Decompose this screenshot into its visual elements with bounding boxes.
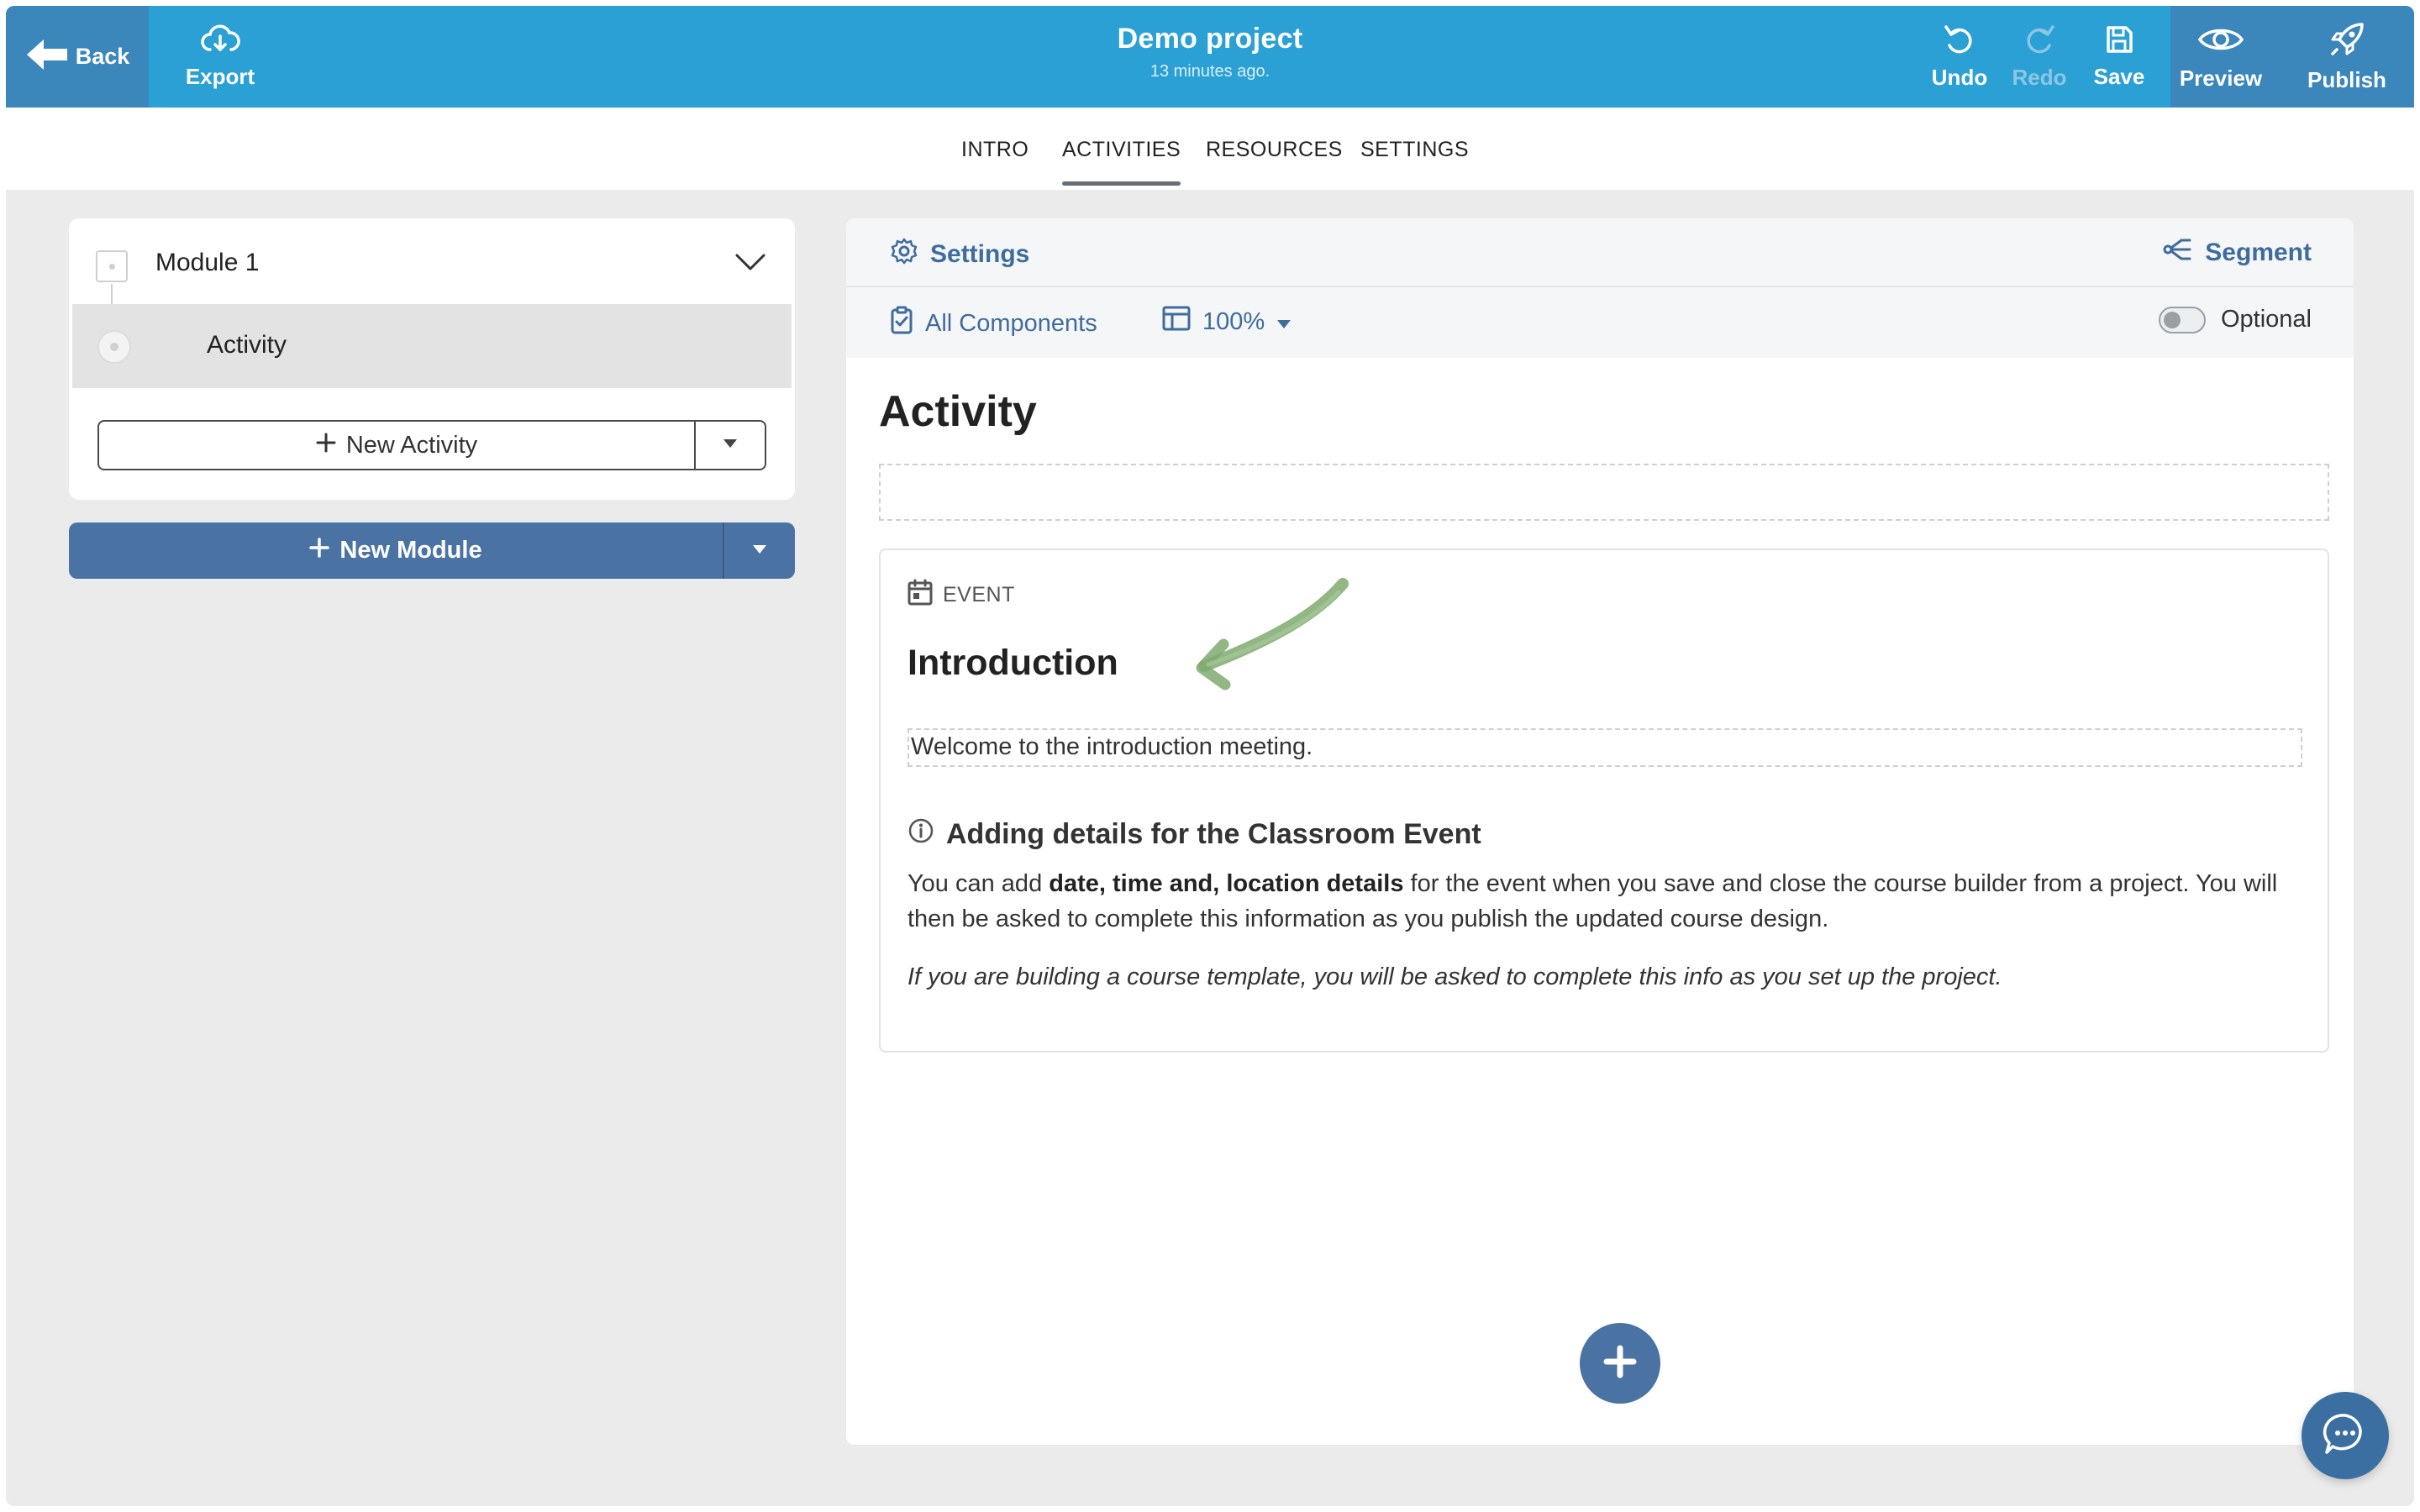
activity-status-dot	[97, 330, 131, 364]
info-heading: Adding details for the Classroom Event	[908, 817, 1481, 852]
eye-icon	[2197, 23, 2244, 60]
settings-label: Settings	[930, 240, 1030, 268]
editor-settings-bar: Settings Segment	[846, 218, 2354, 287]
caret-down-icon	[1276, 308, 1292, 336]
export-label: Export	[185, 63, 255, 89]
cloud-download-icon	[200, 24, 240, 59]
tab-resources[interactable]: RESOURCES	[1206, 138, 1343, 162]
redo-label: Redo	[2012, 64, 2067, 90]
clipboard-icon	[890, 306, 913, 341]
app-window: Back Export Demo project 13 minutes ago.…	[6, 6, 2414, 1506]
saved-status: 13 minutes ago.	[1150, 62, 1270, 81]
gear-icon	[890, 237, 918, 272]
redo-icon	[2023, 24, 2056, 60]
activity-editor: Settings Segment All Components 100% Opt…	[846, 218, 2354, 1445]
info-text-bold: date, time and, location details	[1049, 870, 1404, 897]
preview-button[interactable]: Preview	[2170, 6, 2271, 108]
all-components-label: All Components	[925, 309, 1097, 337]
floppy-disk-icon	[2104, 24, 2134, 59]
new-module-dropdown[interactable]	[723, 522, 795, 579]
save-label: Save	[2093, 63, 2145, 89]
module-card: Module 1 Activity New Activity	[69, 218, 795, 500]
all-components-button[interactable]: All Components	[890, 306, 1097, 341]
calendar-icon	[908, 579, 933, 612]
new-activity-split-button: New Activity	[97, 420, 766, 470]
project-header: Demo project 13 minutes ago.	[846, 23, 1574, 81]
annotation-arrow-icon	[1124, 567, 1376, 706]
undo-icon	[1943, 24, 1976, 60]
module-checkbox[interactable]	[96, 250, 128, 282]
chat-button[interactable]	[2302, 1392, 2389, 1479]
share-icon	[2163, 237, 2193, 269]
publish-label: Publish	[2307, 66, 2386, 92]
new-activity-label: New Activity	[345, 431, 478, 459]
preview-label: Preview	[2179, 65, 2263, 91]
component-dropzone[interactable]	[879, 464, 2329, 521]
undo-label: Undo	[1931, 64, 1988, 90]
info-paragraph: You can add date, time and, location det…	[908, 866, 2319, 937]
top-bar: Back Export Demo project 13 minutes ago.…	[6, 6, 2414, 108]
new-module-button[interactable]: New Module	[69, 522, 723, 579]
zoom-select[interactable]: 100%	[1162, 306, 1292, 338]
info-heading-label: Adding details for the Classroom Event	[946, 818, 1481, 850]
optional-control: Optional	[2158, 306, 2312, 333]
chevron-down-icon[interactable]	[734, 252, 766, 276]
module-header[interactable]: Module 1	[69, 218, 795, 324]
activity-heading[interactable]: Activity	[879, 386, 1037, 437]
add-component-button[interactable]	[1580, 1323, 1660, 1404]
event-tag-label: EVENT	[943, 583, 1015, 606]
segment-label: Segment	[2205, 239, 2312, 266]
segment-button[interactable]: Segment	[2163, 237, 2312, 269]
event-title[interactable]: Introduction	[908, 643, 1118, 684]
save-button[interactable]: Save	[2077, 6, 2161, 108]
module-title: Module 1	[155, 249, 260, 276]
settings-button[interactable]: Settings	[890, 237, 1029, 272]
tabs-bar: INTRO ACTIVITIES RESOURCES SETTINGS	[6, 108, 2414, 190]
components-bar: All Components 100% Optional	[846, 287, 2354, 358]
plus-icon	[316, 432, 336, 459]
optional-toggle[interactable]	[2158, 306, 2206, 333]
new-activity-button[interactable]: New Activity	[99, 422, 694, 469]
back-button[interactable]: Back	[6, 6, 149, 108]
event-description-field[interactable]: Welcome to the introduction meeting.	[908, 728, 2302, 767]
chat-icon	[2322, 1410, 2369, 1462]
info-icon	[908, 817, 934, 852]
project-title: Demo project	[1117, 23, 1303, 55]
publish-zone: Preview Publish	[2170, 6, 2414, 108]
optional-label: Optional	[2220, 306, 2312, 333]
sidebar-item-activity[interactable]: Activity	[72, 304, 792, 388]
new-activity-dropdown[interactable]	[694, 422, 765, 469]
arrow-left-icon	[25, 38, 69, 76]
rocket-icon	[2328, 21, 2365, 62]
back-label: Back	[75, 44, 130, 69]
template-note: If you are building a course template, y…	[908, 963, 2002, 990]
publish-button[interactable]: Publish	[2296, 6, 2397, 108]
sidebar-item-label: Activity	[207, 331, 287, 359]
tab-settings[interactable]: SETTINGS	[1360, 138, 1469, 162]
tab-intro[interactable]: INTRO	[961, 138, 1028, 162]
zoom-value: 100%	[1202, 307, 1265, 335]
event-component[interactable]: EVENT Introduction Welcome to the introd…	[879, 549, 2329, 1053]
plus-icon	[1602, 1343, 1639, 1384]
undo-button[interactable]: Undo	[1918, 6, 2002, 108]
event-tag: EVENT	[908, 579, 1015, 612]
redo-button[interactable]: Redo	[1997, 6, 2081, 108]
new-module-split-button: New Module	[69, 522, 795, 579]
caret-down-icon	[723, 438, 738, 453]
layout-icon	[1162, 306, 1191, 338]
info-text-start: You can add	[908, 870, 1050, 897]
new-module-label: New Module	[339, 537, 482, 564]
plus-icon	[309, 537, 330, 564]
tab-activities[interactable]: ACTIVITIES	[1062, 138, 1181, 186]
caret-down-icon	[752, 543, 767, 559]
export-button[interactable]: Export	[174, 6, 266, 108]
